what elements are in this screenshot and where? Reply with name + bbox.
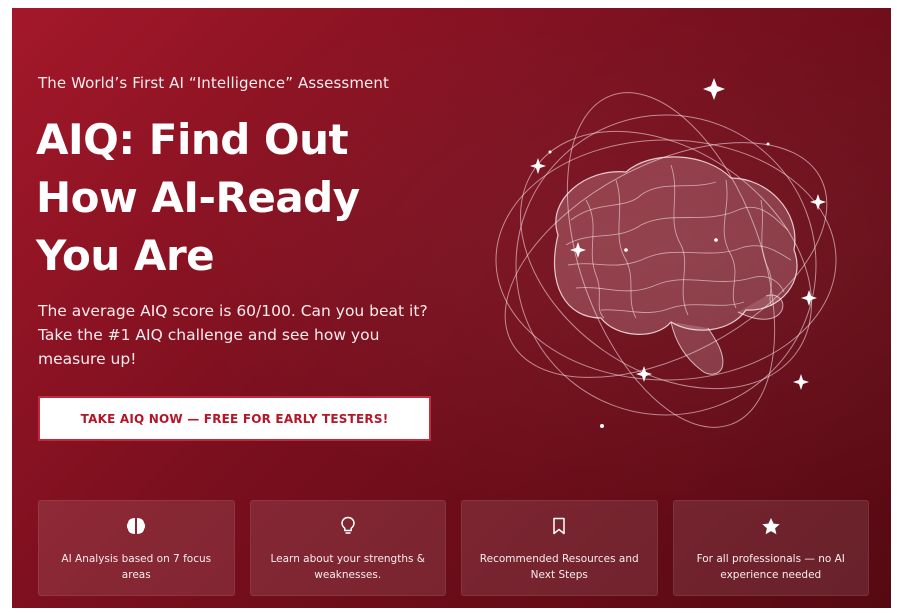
hero-banner: The World’s First AI “Intelligence” Asse… [12, 8, 891, 608]
lightbulb-icon [337, 515, 359, 537]
headline-line: AIQ: Find Out [36, 115, 349, 164]
feature-label: Recommended Resources and Next Steps [479, 553, 639, 581]
feature-label: Learn about your strengths & weaknesses. [270, 553, 426, 581]
headline-line: How AI-Ready [36, 173, 360, 222]
feature-card-professionals: For all professionals — no AI experience… [672, 500, 869, 596]
brain-illustration [495, 78, 837, 428]
feature-card-resources: Recommended Resources and Next Steps [461, 500, 658, 596]
take-aiq-button[interactable]: TAKE AIQ NOW — FREE FOR EARLY TESTERS! [38, 396, 431, 441]
brain-icon [125, 515, 147, 537]
feature-card-strengths: Learn about your strengths & weaknesses. [249, 500, 446, 596]
feature-cards: AI Analysis based on 7 focus areas Learn… [38, 500, 869, 596]
hero-eyebrow: The World’s First AI “Intelligence” Asse… [38, 74, 389, 92]
feature-card-analysis: AI Analysis based on 7 focus areas [38, 500, 235, 596]
bookmark-icon [548, 515, 570, 537]
star-icon [760, 515, 782, 537]
hero-description: The average AIQ score is 60/100. Can you… [38, 302, 428, 368]
headline-line: You Are [36, 231, 215, 280]
hero-headline: AIQ: Find Out How AI-Ready You Are [36, 111, 476, 285]
feature-label: For all professionals — no AI experience… [696, 553, 845, 581]
feature-label: AI Analysis based on 7 focus areas [61, 553, 212, 581]
